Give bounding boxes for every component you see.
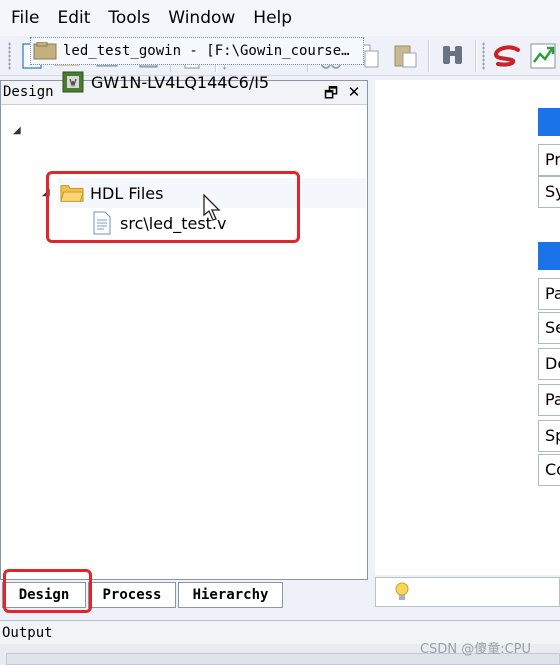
menu-edit[interactable]: Edit [47, 8, 98, 28]
design-panel: Design 🗗 ✕ [0, 80, 368, 580]
project-icon [33, 40, 57, 62]
run-icon[interactable] [528, 41, 558, 71]
summary-cell: Co [538, 454, 560, 486]
hint-bar [375, 577, 560, 607]
highlight-box-hdl [46, 171, 300, 243]
toolbar-separator [475, 40, 477, 72]
watermark: CSDN @傻童:CPU [420, 642, 532, 657]
output-title: Output [2, 625, 53, 641]
toolbar-separator [428, 40, 430, 72]
summary-cell: Pr [538, 144, 560, 176]
summary-area [375, 80, 560, 575]
toolbar-grip[interactable] [8, 42, 11, 70]
toolbar-grip[interactable] [482, 42, 485, 70]
restore-icon[interactable]: 🗗 [322, 83, 340, 103]
summary-cell: De [538, 348, 560, 380]
summary-cell: Sy [538, 176, 560, 208]
menu-window[interactable]: Window [158, 8, 243, 28]
menu-file[interactable]: File [0, 8, 47, 28]
tab-process[interactable]: Process [88, 582, 176, 608]
project-label: led_test_gowin - [F:\Gowin_course… [63, 43, 350, 59]
tab-hierarchy[interactable]: Hierarchy [178, 582, 283, 608]
find-icon[interactable] [438, 41, 468, 71]
highlight-box-design-tab [3, 569, 92, 613]
lightbulb-icon [395, 582, 409, 600]
summary-cell: Pa [538, 278, 560, 310]
menu-tools[interactable]: Tools [98, 8, 158, 28]
gowin-logo-icon[interactable] [492, 41, 522, 71]
tree-device-node[interactable]: GW1N-LV4LQ144C6/I5 [61, 67, 269, 97]
close-icon[interactable]: ✕ [345, 83, 363, 103]
design-panel-title: Design [3, 84, 54, 100]
menu-help[interactable]: Help [243, 8, 300, 28]
summary-table-header [538, 108, 560, 136]
summary-cell: Se [538, 312, 560, 344]
tree-project-node[interactable]: led_test_gowin - [F:\Gowin_course… [30, 37, 364, 65]
summary-table-header [538, 242, 560, 270]
device-label: GW1N-LV4LQ144C6/I5 [91, 72, 270, 92]
chip-icon [61, 71, 85, 93]
summary-cell: Sp [538, 420, 560, 452]
summary-cell: Pa [538, 384, 560, 416]
expand-project-icon[interactable]: ◢ [13, 125, 21, 136]
mouse-cursor-icon [203, 194, 221, 221]
paste-icon[interactable] [391, 41, 421, 71]
menu-bar: File Edit Tools Window Help [0, 0, 560, 36]
